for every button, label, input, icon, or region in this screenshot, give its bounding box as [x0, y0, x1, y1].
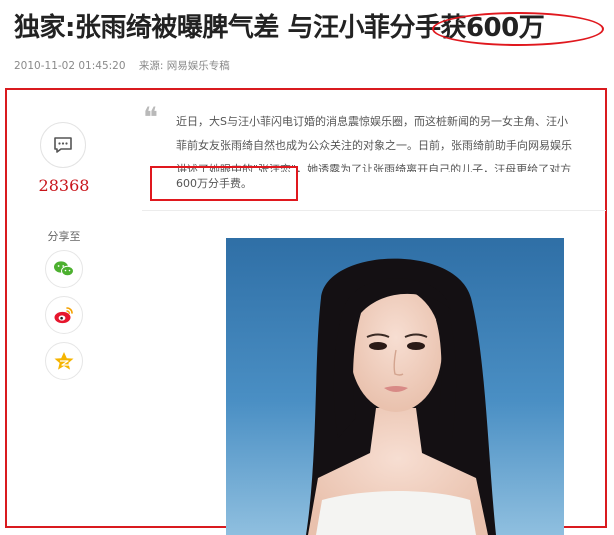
qzone-star-icon [54, 352, 74, 370]
paragraph-line: 近日，大S与汪小菲闪电订婚的消息震惊娱乐圈，而这桩新闻的另一女主角、汪小 [176, 115, 568, 128]
article-title-prefix: 独家:张雨绮被曝脾气差 与汪小菲 [14, 13, 390, 43]
portrait-photo [226, 238, 564, 535]
share-qzone-button[interactable] [45, 342, 83, 380]
paragraph-line: 菲前女友张雨绮自然也成为公众关注的对象之一。日前，张雨绮前助手向网易娱乐 [176, 139, 572, 152]
share-label: 分享至 [47, 230, 81, 243]
portrait-illustration [226, 238, 564, 535]
wechat-icon [54, 261, 74, 277]
article-meta: 2010-11-02 01:45:20 来源: 网易娱乐专稿 [14, 58, 240, 73]
comment-count[interactable]: 28368 [36, 176, 92, 195]
comment-button[interactable] [40, 122, 86, 168]
divider [142, 210, 606, 211]
title-highlight-ellipse-annotation [432, 12, 604, 46]
quote-open-icon: ❝ [143, 101, 158, 134]
comment-bubble-icon [54, 137, 72, 153]
article-datetime: 2010-11-02 01:45:20 [14, 60, 126, 72]
text-highlight-box-annotation [150, 166, 298, 201]
weibo-icon [54, 307, 73, 324]
article-source[interactable]: 来源: 网易娱乐专稿 [139, 60, 230, 72]
share-wechat-button[interactable] [45, 250, 83, 288]
share-weibo-button[interactable] [45, 296, 83, 334]
